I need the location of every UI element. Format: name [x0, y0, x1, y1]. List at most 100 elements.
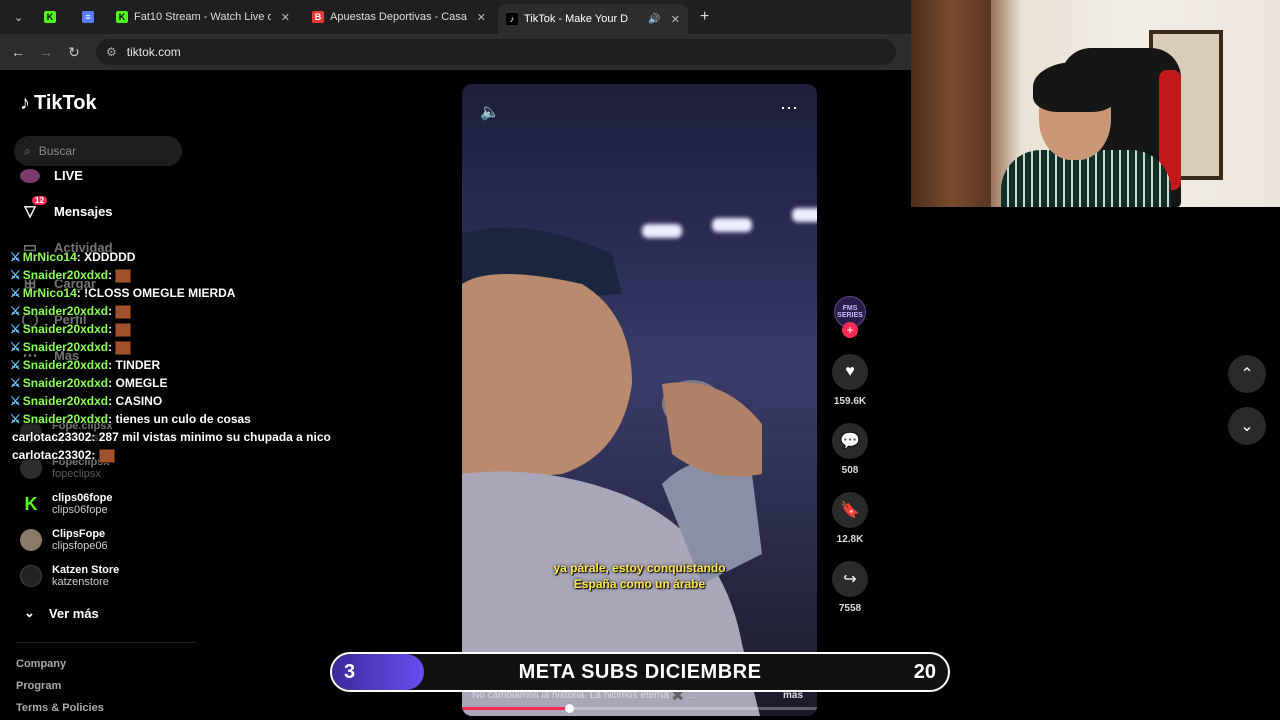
share-icon: ↪: [843, 571, 857, 588]
tab-streamlabs-pinned[interactable]: ≡: [74, 4, 102, 30]
chat-separator: :: [108, 304, 116, 318]
chat-message: ⚔ Snaider20xdxd:: [10, 320, 370, 338]
video-player[interactable]: 🔈 ⋯ ya párale, estoy conquistando España…: [462, 84, 817, 716]
previous-video-button[interactable]: ⌃: [1228, 355, 1266, 393]
chat-emote: [115, 268, 132, 283]
chat-username: Snaider20xdxd: [22, 412, 109, 426]
chat-separator: :: [108, 340, 116, 354]
sword-badge-icon: ⚔: [10, 394, 21, 408]
messages-badge: 12: [32, 196, 47, 205]
followed-account[interactable]: Katzen Store katzenstore: [20, 564, 119, 588]
speaker-icon[interactable]: 🔊: [648, 14, 660, 25]
sidebar-item-live[interactable]: LIVE: [20, 168, 83, 183]
chat-message: ⚔ Snaider20xdxd:: [10, 338, 370, 356]
follow-button[interactable]: +: [842, 322, 858, 338]
chat-message: ⚔ Snaider20xdxd: OMEGLE: [10, 374, 370, 392]
betting-icon: B: [312, 11, 324, 23]
close-icon[interactable]: ✕: [477, 11, 486, 24]
divider: [16, 642, 196, 643]
sword-badge-icon: ⚔: [10, 376, 21, 390]
chat-message: ⚔ Snaider20xdxd: CASINO: [10, 392, 370, 410]
sword-badge-icon: ⚔: [10, 286, 21, 300]
tab-list-button[interactable]: ⌄: [6, 4, 31, 30]
chat-message: ⚔ MrNico14: !CLOSS OMEGLE MIERDA: [10, 284, 370, 302]
forward-icon[interactable]: →: [32, 44, 60, 60]
sword-badge-icon: ⚔: [10, 322, 21, 336]
avatar: [20, 565, 42, 587]
chat-separator: :: [108, 322, 116, 336]
tab-title: Fat10 Stream - Watch Live on K: [134, 11, 271, 23]
tab-title: TikTok - Make Your Day: [524, 13, 629, 25]
sword-badge-icon: ⚔: [10, 340, 21, 354]
progress-handle[interactable]: [564, 704, 574, 713]
like-button[interactable]: ♥: [832, 354, 868, 390]
video-action-bar: FMS SERIES + ♥ 159.6K 💬 508 🔖 12.8K ↪ 75…: [830, 296, 870, 614]
streamlabs-icon: ≡: [82, 11, 94, 23]
footer-link[interactable]: Terms & Policies: [16, 702, 104, 714]
video-progress-bar[interactable]: [462, 704, 817, 713]
heart-icon: ♥: [845, 363, 855, 380]
tiktok-logo[interactable]: ♪ TikTok: [20, 92, 97, 115]
comment-icon: 💬: [840, 433, 860, 450]
save-count: 12.8K: [836, 534, 864, 545]
close-icon[interactable]: ✕: [281, 11, 290, 24]
goal-target: 20: [913, 660, 936, 683]
next-video-button[interactable]: ⌄: [1228, 407, 1266, 445]
kick-icon: K: [44, 11, 56, 23]
subtitle-line: España como un árabe: [573, 577, 706, 591]
webcam-door: [911, 0, 991, 207]
followed-account[interactable]: K clips06fope clips06fope: [20, 492, 113, 516]
site-settings-icon[interactable]: ⚙: [106, 45, 117, 59]
tab-apuestas[interactable]: B Apuestas Deportivas - Casa de ✕: [304, 4, 494, 30]
chat-username: Snaider20xdxd: [22, 268, 109, 282]
chat-text: !CLOSS OMEGLE MIERDA: [84, 286, 236, 300]
followed-account[interactable]: ClipsFope clipsfope06: [20, 528, 108, 552]
sword-badge-icon: ⚔: [10, 412, 21, 426]
share-button[interactable]: ↪: [832, 561, 868, 597]
chat-message: ⚔ Snaider20xdxd: tienes un culo de cosas: [10, 410, 370, 428]
chat-message: ⚔ Snaider20xdxd:: [10, 266, 370, 284]
footer-link[interactable]: Program: [16, 680, 61, 692]
tab-fat10-stream[interactable]: K Fat10 Stream - Watch Live on K ✕: [108, 4, 298, 30]
performer-figure: [462, 227, 762, 716]
address-bar[interactable]: ⚙ tiktok.com: [96, 39, 896, 65]
volume-icon[interactable]: 🔈: [480, 102, 500, 122]
search-input[interactable]: ⌕ Buscar: [14, 136, 182, 166]
chat-emote: [115, 322, 132, 337]
chat-message: ⚔ MrNico14: XDDDDD: [10, 248, 370, 266]
see-more-label: Ver más: [48, 605, 99, 621]
chat-username: carlotac23302: [12, 430, 92, 444]
reload-icon[interactable]: ↻: [60, 44, 88, 61]
chat-username: Snaider20xdxd: [22, 358, 109, 372]
back-icon[interactable]: ←: [4, 44, 32, 60]
close-icon[interactable]: ✕: [671, 13, 680, 26]
chat-message: carlotac23302:: [10, 446, 370, 464]
sidebar-item-label: LIVE: [54, 168, 83, 183]
chat-text: TINDER: [115, 358, 161, 372]
chat-username: Snaider20xdxd: [22, 376, 109, 390]
chat-emote: [115, 340, 132, 355]
chat-emote: [115, 304, 132, 319]
chat-username: Snaider20xdxd: [22, 340, 109, 354]
sidebar-item-label: Mensajes: [54, 203, 113, 219]
account-name: clips06fope: [52, 492, 113, 504]
live-avatar: [20, 168, 40, 183]
account-name: ClipsFope: [52, 528, 106, 540]
chat-separator: :: [91, 448, 99, 462]
tab-tiktok[interactable]: ♪ TikTok - Make Your Day 🔊 ✕: [498, 4, 688, 34]
sidebar-item-messages[interactable]: ▽ 12 Mensajes: [20, 196, 113, 220]
footer-link[interactable]: Company: [16, 658, 66, 670]
sword-badge-icon: ⚔: [10, 304, 21, 318]
more-options-icon[interactable]: ⋯: [780, 98, 799, 119]
stream-chat-overlay: ⚔ MrNico14: XDDDDD ⚔ Snaider20xdxd: ⚔ MrNico…: [10, 248, 370, 464]
chat-username: Snaider20xdxd: [22, 304, 109, 318]
new-tab-button[interactable]: +: [692, 4, 717, 30]
comment-button[interactable]: 💬: [832, 423, 868, 459]
tab-kick-pinned[interactable]: K: [36, 4, 64, 30]
chat-text: 287 mil vistas minimo su chupada a nico: [98, 430, 331, 444]
video-subtitles: ya párale, estoy conquistando España com…: [462, 560, 817, 592]
save-button[interactable]: 🔖: [832, 492, 868, 528]
avatar: [20, 529, 42, 551]
account-name: Katzen Store: [52, 564, 120, 576]
see-more-button[interactable]: ⌄ Ver más: [24, 605, 99, 621]
